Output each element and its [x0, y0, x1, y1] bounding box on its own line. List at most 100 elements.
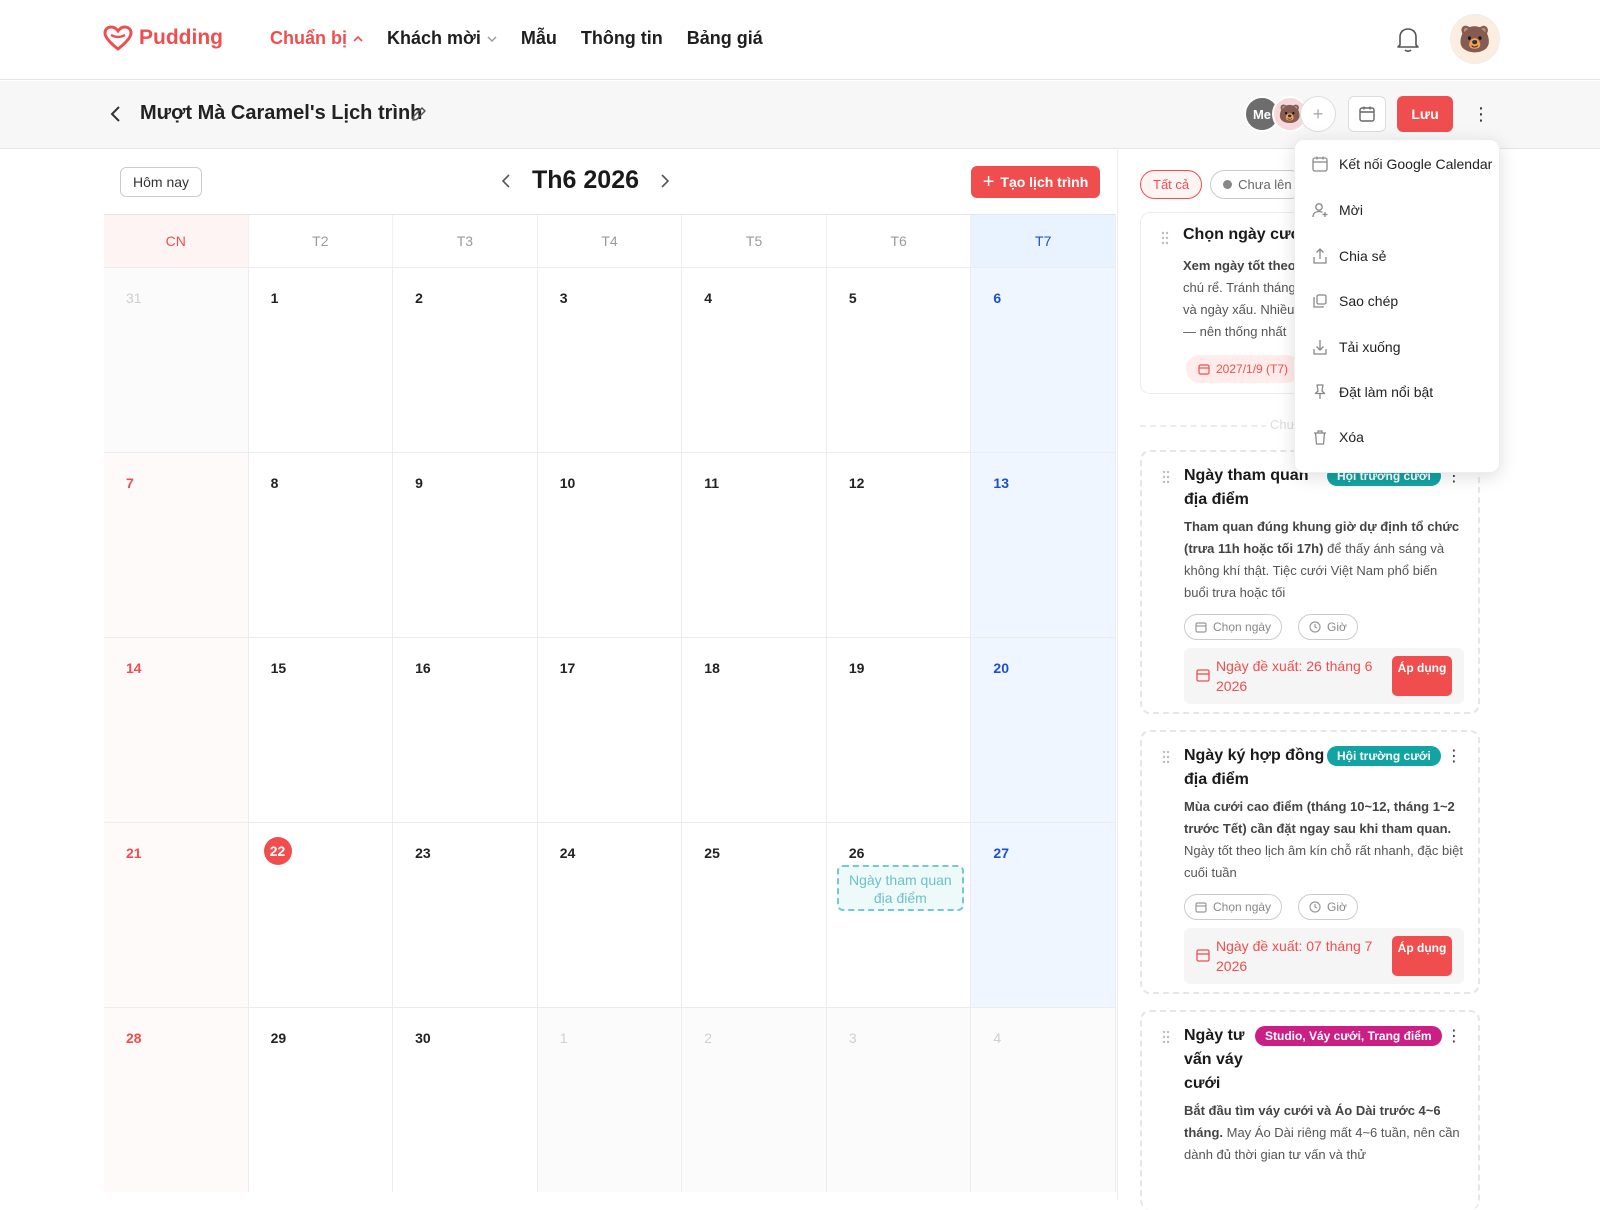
scheduled-date-chip[interactable]: 2027/1/9 (T7): [1186, 355, 1301, 383]
calendar-day-cell[interactable]: 12: [826, 452, 972, 637]
calendar-day-cell[interactable]: 18: [682, 637, 827, 822]
date-number: 5: [848, 290, 857, 306]
add-member-button[interactable]: +: [1300, 96, 1336, 132]
calendar-day-cell[interactable]: 5: [826, 267, 972, 452]
title-line: Ngày tư: [1184, 1027, 1245, 1044]
calendar-day-cell[interactable]: 15: [248, 637, 394, 822]
task-card-venue-contract[interactable]: Ngày ký hợp đồng địa điểm Hội trường cướ…: [1140, 730, 1480, 994]
pick-date-label: Chọn ngày: [1213, 900, 1272, 914]
calendar-event[interactable]: Ngày tham quan địa điểm: [836, 865, 964, 911]
task-card-dress-consult[interactable]: Ngày tư vấn váy cưới Studio, Váy cưới, T…: [1140, 1010, 1480, 1210]
task-menu-icon[interactable]: ⋮: [1446, 1026, 1462, 1046]
calendar-day-cell[interactable]: 17: [537, 637, 683, 822]
pick-time-button[interactable]: Giờ: [1298, 894, 1358, 920]
calendar-day-cell[interactable]: 4: [971, 1007, 1116, 1192]
nav-item-mau[interactable]: Mẫu: [521, 28, 557, 49]
nav-item-thong-tin[interactable]: Thông tin: [581, 28, 663, 49]
nav-item-bang-gia[interactable]: Bảng giá: [687, 28, 763, 49]
date-number: 9: [415, 475, 423, 491]
category-tag: Hội trường cưới: [1327, 746, 1441, 766]
calendar-day-cell[interactable]: 26 Ngày tham quan địa điểm: [826, 822, 972, 1007]
desc-rest: May Áo Dài riêng mất 4~6 tuần, nên cần d…: [1184, 1125, 1460, 1162]
calendar-day-cell[interactable]: 22: [248, 822, 394, 1007]
calendar-day-cell[interactable]: 19: [826, 637, 972, 822]
weekday-label: T7: [971, 215, 1116, 267]
filter-unscheduled[interactable]: Chưa lên: [1210, 170, 1305, 199]
calendar-day-cell[interactable]: 4: [682, 267, 827, 452]
drag-handle-icon[interactable]: [1162, 470, 1170, 484]
calendar-day-cell[interactable]: 10: [537, 452, 683, 637]
calendar-day-cell[interactable]: 1: [248, 267, 394, 452]
title-line: Ngày ký hợp đồng: [1184, 747, 1325, 764]
filter-all[interactable]: Tất cả: [1140, 170, 1203, 199]
calendar-day-cell[interactable]: 28: [104, 1007, 249, 1192]
calendar-day-cell[interactable]: 27: [971, 822, 1116, 1007]
task-card-venue-visit[interactable]: Ngày tham quan địa điểm Hội trường cưới …: [1140, 450, 1480, 714]
menu-item-download[interactable]: Tải xuống: [1311, 338, 1400, 356]
calendar-day-cell[interactable]: 7: [104, 452, 249, 637]
calendar-day-cell[interactable]: 2: [682, 1007, 827, 1192]
pick-date-button[interactable]: Chọn ngày: [1184, 894, 1283, 920]
more-options-icon[interactable]: ⋮: [1472, 103, 1490, 125]
date-number: 18: [704, 660, 720, 676]
drag-handle-icon[interactable]: [1161, 231, 1169, 245]
create-schedule-button[interactable]: + Tạo lịch trình: [971, 166, 1100, 198]
calendar-day-cell[interactable]: 30: [393, 1007, 538, 1192]
logo[interactable]: Pudding: [103, 25, 223, 51]
clock-icon: [1309, 621, 1321, 633]
back-arrow-icon[interactable]: [108, 103, 124, 125]
menu-item-google-calendar[interactable]: Kết nối Google Calendar: [1311, 155, 1492, 173]
weekday-label: T6: [827, 215, 972, 267]
nav-item-chuan-bi[interactable]: Chuẩn bị: [270, 28, 363, 49]
calendar-day-cell[interactable]: 3: [826, 1007, 972, 1192]
chevron-left-icon[interactable]: [500, 172, 512, 190]
save-button[interactable]: Lưu: [1397, 96, 1453, 132]
calendar-day-cell[interactable]: 3: [537, 267, 683, 452]
calendar-day-cell[interactable]: 25: [682, 822, 827, 1007]
chevron-right-icon[interactable]: [659, 172, 671, 190]
calendar-day-cell[interactable]: 29: [248, 1007, 394, 1192]
drag-handle-icon[interactable]: [1162, 750, 1170, 764]
calendar-day-cell[interactable]: 24: [537, 822, 683, 1007]
calendar-day-cell[interactable]: 23: [393, 822, 538, 1007]
calendar-view-button[interactable]: [1348, 96, 1386, 132]
calendar-day-cell[interactable]: 8: [248, 452, 394, 637]
menu-item-share[interactable]: Chia sẻ: [1311, 247, 1386, 265]
pick-time-button[interactable]: Giờ: [1298, 614, 1358, 640]
user-avatar[interactable]: 🐻: [1450, 14, 1500, 64]
apply-button[interactable]: Áp dụng: [1392, 936, 1452, 976]
bell-icon[interactable]: [1394, 24, 1422, 54]
calendar-day-cell[interactable]: 9: [393, 452, 538, 637]
calendar-day-cell[interactable]: 21: [104, 822, 249, 1007]
desc-bold: Xem ngày tốt theo: [1183, 258, 1296, 273]
edit-pencil-icon[interactable]: [410, 105, 428, 123]
menu-item-invite[interactable]: Mời: [1311, 201, 1363, 219]
schedule-title: Mượt Mà Caramel's Lịch trình: [140, 102, 423, 124]
calendar-day-cell[interactable]: 11: [682, 452, 827, 637]
calendar-day-cell[interactable]: 31: [104, 267, 249, 452]
today-button[interactable]: Hôm nay: [120, 167, 203, 197]
weekday-label: T3: [393, 215, 538, 267]
calendar-day-cell[interactable]: 16: [393, 637, 538, 822]
date-number: 3: [559, 290, 568, 306]
apply-button[interactable]: Áp dụng: [1392, 656, 1452, 696]
calendar-day-cell[interactable]: 13: [971, 452, 1116, 637]
menu-item-pin[interactable]: Đặt làm nổi bật: [1311, 383, 1433, 401]
nav-label: Khách mời: [387, 28, 481, 48]
calendar-day-cell[interactable]: 2: [393, 267, 538, 452]
calendar-icon: [1312, 156, 1328, 172]
date-number: 14: [126, 660, 142, 676]
menu-item-delete[interactable]: Xóa: [1311, 428, 1364, 446]
date-number: 2: [704, 1030, 713, 1046]
calendar-day-cell[interactable]: 1: [537, 1007, 683, 1192]
nav-item-khach-moi[interactable]: Khách mời: [387, 28, 497, 49]
filter-chips: Tất cả Chưa lên: [1140, 170, 1305, 199]
date-number: 12: [848, 475, 865, 491]
pick-date-button[interactable]: Chọn ngày: [1184, 614, 1283, 640]
calendar-day-cell[interactable]: 20: [971, 637, 1116, 822]
calendar-day-cell[interactable]: 6: [971, 267, 1116, 452]
calendar-day-cell[interactable]: 14: [104, 637, 249, 822]
task-menu-icon[interactable]: ⋮: [1446, 746, 1462, 766]
menu-item-copy[interactable]: Sao chép: [1311, 292, 1398, 310]
drag-handle-icon[interactable]: [1162, 1030, 1170, 1044]
